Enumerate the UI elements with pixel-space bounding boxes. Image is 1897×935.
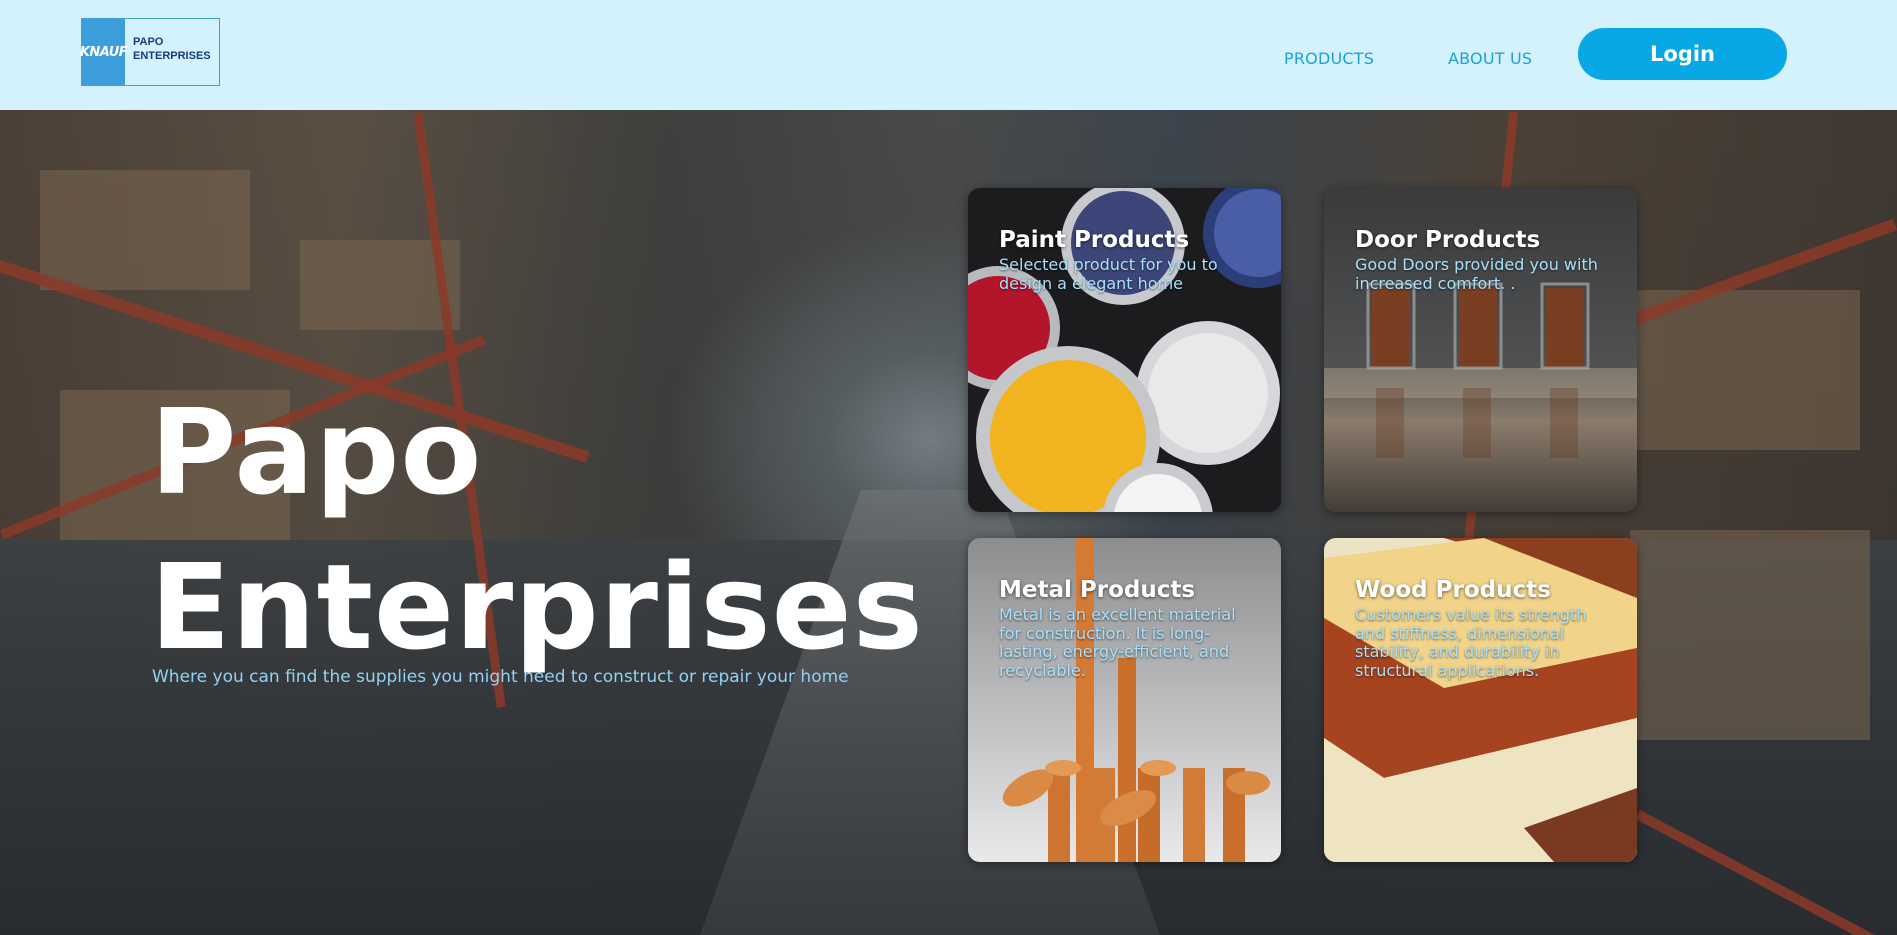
nav-link-about-us[interactable]: ABOUT US bbox=[1448, 49, 1532, 68]
site-header: KNAUF PAPO ENTERPRISES PRODUCTS ABOUT US… bbox=[0, 0, 1897, 110]
logo-text: PAPO ENTERPRISES bbox=[133, 35, 211, 63]
logo-text-line2: ENTERPRISES bbox=[133, 50, 211, 62]
background-crate bbox=[1630, 530, 1870, 740]
card-title: Door Products bbox=[1355, 227, 1541, 253]
card-door-products[interactable]: Door Products Good Doors provided you wi… bbox=[1324, 188, 1637, 512]
card-wood-products[interactable]: Wood Products Customers value its streng… bbox=[1324, 538, 1637, 862]
card-description: Selected product for you to design a ele… bbox=[999, 255, 1218, 293]
hero-subtitle: Where you can find the supplies you migh… bbox=[152, 667, 849, 687]
card-title: Metal Products bbox=[999, 577, 1196, 603]
card-paint-products[interactable]: Paint Products Selected product for you … bbox=[968, 188, 1281, 512]
card-description: Customers value its strength and stiffne… bbox=[1355, 605, 1587, 680]
card-title: Wood Products bbox=[1355, 577, 1551, 603]
hero-title-line1: Papo bbox=[150, 383, 483, 521]
card-metal-products[interactable]: Metal Products Metal is an excellent mat… bbox=[968, 538, 1281, 862]
card-description: Good Doors provided you with increased c… bbox=[1355, 255, 1598, 293]
hero-title: Papo Enterprises bbox=[150, 375, 924, 685]
background-crate bbox=[40, 170, 250, 290]
card-description: Metal is an excellent material for const… bbox=[999, 605, 1236, 680]
logo-text-line1: PAPO bbox=[133, 36, 164, 48]
login-button[interactable]: Login bbox=[1578, 28, 1787, 80]
card-title: Paint Products bbox=[999, 227, 1190, 253]
hero-title-line2: Enterprises bbox=[150, 538, 924, 676]
knauf-logo-mark: KNAUF bbox=[80, 19, 128, 85]
nav-link-products[interactable]: PRODUCTS bbox=[1284, 49, 1374, 68]
brand-logo[interactable]: KNAUF PAPO ENTERPRISES bbox=[80, 18, 220, 86]
